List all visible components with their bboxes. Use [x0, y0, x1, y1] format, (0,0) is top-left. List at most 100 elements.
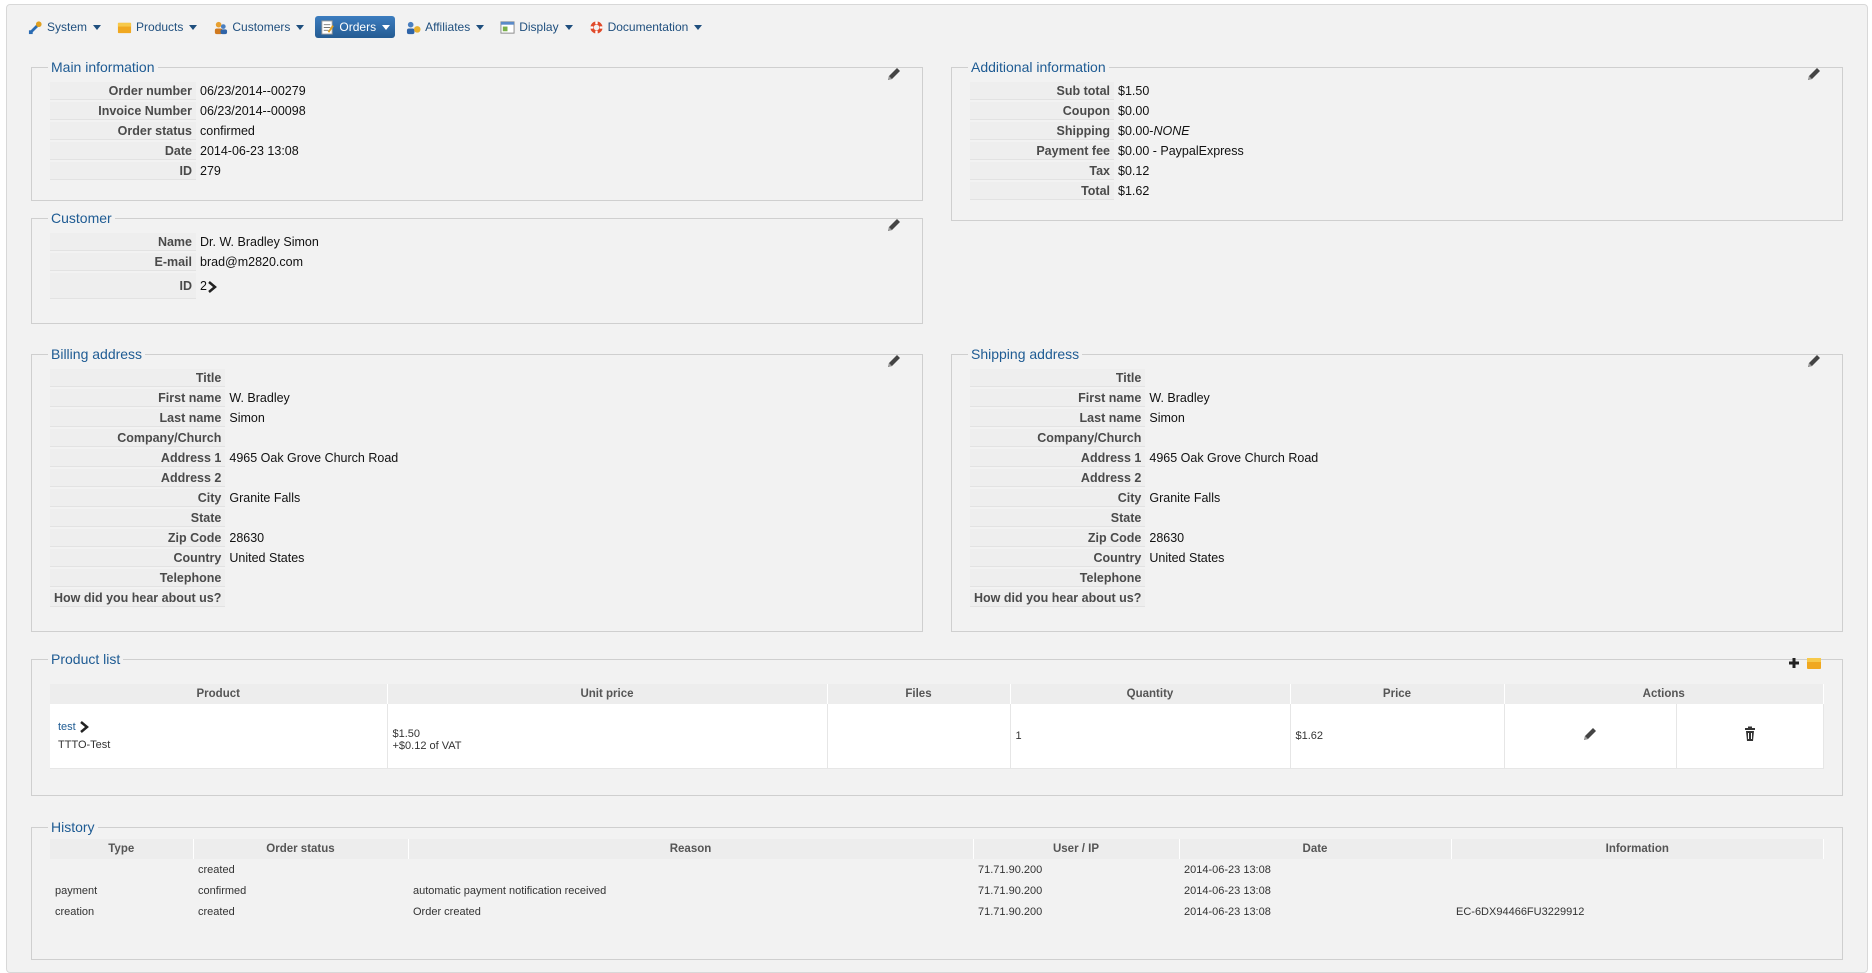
- shipping-value: $0.00-NONE: [1114, 122, 1248, 140]
- table-header-row: Type Order status Reason User / IP Date …: [50, 839, 1824, 859]
- coupon-value: $0.00: [1118, 104, 1150, 118]
- field-label: How did you hear about us?: [970, 589, 1146, 607]
- history-reason: [408, 859, 973, 880]
- menu-label: Orders: [339, 20, 377, 34]
- history-type: payment: [55, 884, 98, 897]
- menu-customers[interactable]: Customers: [208, 16, 309, 38]
- billing-address-table: Title First name W. Bradley Last name Simo…: [50, 367, 402, 609]
- field-value: Simon: [229, 411, 265, 425]
- field-value: 28630: [229, 531, 265, 545]
- shipping-amount: $0.00-: [1118, 124, 1154, 138]
- panel-title: Additional information: [968, 59, 1109, 75]
- field-value: [1145, 509, 1322, 527]
- field-label: Shipping: [970, 122, 1114, 140]
- column-header: Files: [827, 684, 1011, 704]
- column-header: Information: [1451, 839, 1824, 859]
- column-header: Reason: [408, 839, 974, 859]
- field-label: Zip Code: [50, 529, 226, 547]
- top-menubar: System Products Customers Orders Affilia…: [23, 15, 707, 39]
- subtotal-value: $1.50: [1118, 84, 1150, 98]
- order-number-value: 06/23/2014--00279: [200, 84, 306, 98]
- menu-label: Affiliates: [425, 20, 471, 34]
- unit-price: $1.50: [392, 727, 421, 740]
- column-header: Order status: [193, 839, 409, 859]
- menu-system[interactable]: System: [23, 16, 106, 38]
- history-date: 2014-06-23 13:08: [1184, 884, 1271, 897]
- history-date: 2014-06-23 13:08: [1184, 863, 1271, 876]
- field-value: United States: [1149, 551, 1225, 565]
- field-label: Tax: [970, 162, 1114, 180]
- menu-affiliates[interactable]: Affiliates: [401, 16, 489, 38]
- field-label: Title: [50, 369, 226, 387]
- chevron-down-icon: [189, 24, 198, 30]
- field-label: City: [50, 489, 226, 507]
- product-link-line: test: [58, 721, 382, 733]
- column-header: Product: [50, 684, 388, 704]
- menu-display[interactable]: Display: [495, 16, 577, 38]
- chevron-right-icon[interactable]: [79, 720, 89, 733]
- total-value: $1.62: [1118, 184, 1150, 198]
- pencil-icon[interactable]: [1582, 726, 1598, 742]
- field-value: Simon: [1149, 411, 1185, 425]
- pencil-icon[interactable]: [886, 217, 902, 233]
- field-label: How did you hear about us?: [50, 589, 226, 607]
- shipping-address-panel: Shipping address Title First name W. Brad…: [951, 346, 1843, 632]
- table-row: creation created Order created 71.71.90.…: [50, 901, 1824, 922]
- box-icon[interactable]: [1806, 655, 1822, 671]
- field-label: City: [970, 489, 1146, 507]
- field-label: Order number: [50, 82, 196, 100]
- pencil-icon[interactable]: [886, 66, 902, 82]
- menu-label: Products: [136, 20, 184, 34]
- menu-orders[interactable]: Orders: [315, 16, 396, 38]
- field-label: E-mail: [50, 253, 196, 271]
- chevron-down-icon: [564, 24, 573, 30]
- invoice-number-value: 06/23/2014--00098: [200, 104, 306, 118]
- column-header: Date: [1179, 839, 1452, 859]
- pencil-icon[interactable]: [1806, 353, 1822, 369]
- product-table: Product Unit price Files Quantity Price …: [50, 684, 1824, 769]
- billing-address-panel: Billing address Title First name W. Bradl…: [31, 346, 923, 632]
- field-value: Granite Falls: [1149, 491, 1221, 505]
- affiliate-icon: [406, 20, 421, 35]
- plus-icon[interactable]: [1786, 655, 1802, 671]
- history-ip: 71.71.90.200: [978, 905, 1043, 918]
- history-status: created: [198, 905, 235, 918]
- history-ip: 71.71.90.200: [978, 863, 1043, 876]
- product-link[interactable]: test: [58, 721, 76, 733]
- field-label: Address 2: [50, 469, 226, 487]
- menu-label: Documentation: [607, 20, 689, 34]
- column-header: Quantity: [1010, 684, 1291, 704]
- field-label: Telephone: [50, 569, 226, 587]
- additional-info-table: Sub total $1.50 Coupon $0.00 Shipping $0.00…: [970, 80, 1248, 202]
- field-label: Date: [50, 142, 196, 160]
- pencil-icon[interactable]: [886, 353, 902, 369]
- field-label: Payment fee: [970, 142, 1114, 160]
- customer-id-value: 2: [196, 273, 323, 299]
- history-reason: automatic payment notification received: [413, 884, 607, 897]
- price-cell: $1.62: [1290, 704, 1505, 769]
- field-value: [1145, 429, 1322, 447]
- menu-documentation[interactable]: Documentation: [584, 16, 708, 38]
- customer-panel: Customer Name Dr. W. Bradley Simon E-mail…: [31, 210, 923, 324]
- field-label: Country: [50, 549, 226, 567]
- field-value: W. Bradley: [229, 391, 290, 405]
- field-label: Telephone: [970, 569, 1146, 587]
- box-icon: [117, 20, 132, 35]
- panel-title: History: [48, 819, 98, 835]
- history-type: creation: [55, 905, 95, 918]
- field-value: United States: [229, 551, 305, 565]
- field-value: [225, 429, 402, 447]
- field-value: [225, 569, 402, 587]
- field-label: Title: [970, 369, 1146, 387]
- chevron-right-icon[interactable]: [207, 280, 217, 293]
- edit-action-cell: [1504, 704, 1677, 769]
- field-label: Last name: [970, 409, 1146, 427]
- additional-information-panel: Additional information Sub total $1.50 Co…: [951, 59, 1843, 221]
- order-status-value: confirmed: [200, 124, 255, 138]
- trash-icon[interactable]: [1742, 726, 1758, 742]
- field-label: First name: [50, 389, 226, 407]
- menu-products[interactable]: Products: [112, 16, 202, 38]
- pencil-icon[interactable]: [1806, 66, 1822, 82]
- panel-title: Main information: [48, 59, 158, 75]
- field-label: Order status: [50, 122, 196, 140]
